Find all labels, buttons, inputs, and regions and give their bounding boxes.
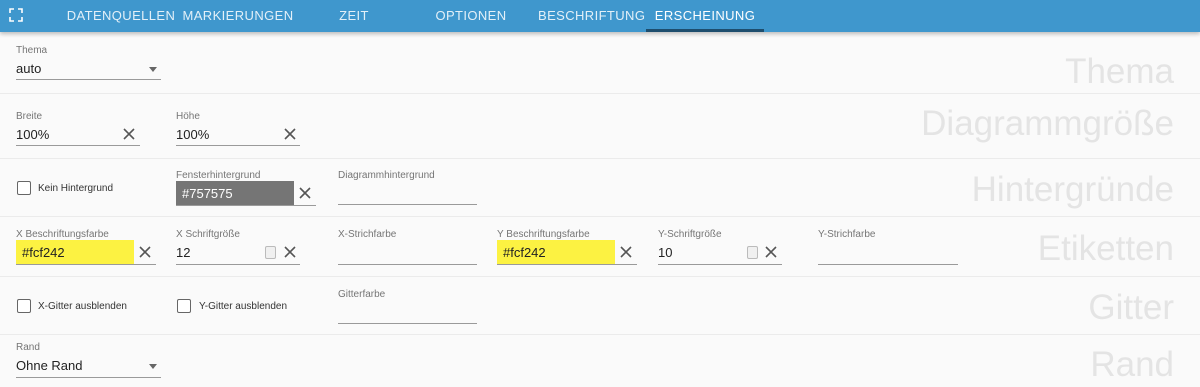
clear-icon[interactable] bbox=[283, 245, 297, 259]
x-font-size-input[interactable]: 12 bbox=[176, 245, 190, 260]
grid-color-underline bbox=[338, 323, 477, 324]
theme-underline bbox=[16, 79, 161, 80]
x-label-color-underline bbox=[16, 264, 156, 265]
section-title-rand: Rand bbox=[1090, 345, 1174, 384]
section-title-thema: Thema bbox=[1065, 52, 1174, 91]
clear-icon[interactable] bbox=[283, 127, 297, 141]
spinner-icon[interactable] bbox=[265, 246, 276, 259]
section-title-gitter: Gitter bbox=[1088, 288, 1174, 327]
y-label-color-label: Y Beschriftungsfarbe bbox=[497, 229, 590, 240]
theme-select[interactable]: auto bbox=[16, 61, 41, 76]
x-label-color-label: X Beschriftungsfarbe bbox=[16, 229, 109, 240]
divider bbox=[0, 216, 1200, 217]
clear-icon[interactable] bbox=[138, 245, 152, 259]
divider bbox=[0, 276, 1200, 277]
tab-optionen[interactable]: OPTIONEN bbox=[426, 0, 516, 32]
tab-beschriftung[interactable]: BESCHRIFTUNG bbox=[538, 0, 645, 32]
divider bbox=[0, 334, 1200, 335]
y-font-size-label: Y-Schriftgröße bbox=[658, 229, 722, 240]
y-stroke-color-label: Y-Strichfarbe bbox=[818, 229, 876, 240]
y-stroke-color-underline bbox=[818, 264, 958, 265]
chart-bg-underline bbox=[338, 204, 477, 205]
active-tab-indicator bbox=[646, 29, 764, 32]
top-tab-bar: DATENQUELLEN MARKIERUNGEN ZEIT OPTIONEN … bbox=[0, 0, 1200, 32]
x-stroke-color-label: X-Strichfarbe bbox=[338, 229, 397, 240]
x-font-size-label: X Schriftgröße bbox=[176, 229, 240, 240]
chevron-down-icon bbox=[149, 364, 157, 369]
clear-icon[interactable] bbox=[764, 245, 778, 259]
tab-zeit[interactable]: ZEIT bbox=[320, 0, 388, 32]
y-font-size-input[interactable]: 10 bbox=[658, 245, 672, 260]
section-title-etiketten: Etiketten bbox=[1037, 229, 1174, 268]
window-bg-label: Fensterhintergrund bbox=[176, 170, 261, 181]
divider bbox=[0, 158, 1200, 159]
hide-x-grid-checkbox[interactable] bbox=[17, 299, 31, 313]
section-title-hintergruende: Hintergründe bbox=[971, 170, 1174, 209]
border-select[interactable]: Ohne Rand bbox=[16, 358, 83, 373]
height-input[interactable]: 100% bbox=[176, 127, 209, 142]
tab-erscheinung[interactable]: ERSCHEINUNG bbox=[646, 0, 764, 32]
no-background-checkbox[interactable] bbox=[17, 181, 31, 195]
window-bg-underline bbox=[176, 205, 316, 206]
window-bg-input[interactable]: #757575 bbox=[182, 186, 233, 201]
x-label-color-input[interactable]: #fcf242 bbox=[22, 245, 65, 260]
x-stroke-color-underline bbox=[338, 264, 477, 265]
y-font-size-underline bbox=[658, 264, 782, 265]
hide-y-grid-checkbox[interactable] bbox=[177, 299, 191, 313]
chart-bg-label: Diagrammhintergrund bbox=[338, 170, 435, 181]
y-label-color-underline bbox=[497, 264, 637, 265]
border-underline bbox=[16, 377, 161, 378]
spinner-icon[interactable] bbox=[747, 246, 758, 259]
fullscreen-icon[interactable] bbox=[9, 8, 23, 22]
clear-icon[interactable] bbox=[122, 127, 136, 141]
clear-icon[interactable] bbox=[298, 186, 312, 200]
divider bbox=[0, 93, 1200, 94]
no-background-label: Kein Hintergrund bbox=[38, 183, 114, 194]
hide-y-grid-label: Y-Gitter ausblenden bbox=[199, 301, 288, 312]
tab-datenquellen[interactable]: DATENQUELLEN bbox=[66, 0, 176, 32]
height-underline bbox=[176, 145, 300, 146]
tab-markierungen[interactable]: MARKIERUNGEN bbox=[182, 0, 294, 32]
x-font-size-underline bbox=[176, 264, 300, 265]
chevron-down-icon bbox=[149, 67, 157, 72]
height-label: Höhe bbox=[176, 111, 200, 122]
border-label: Rand bbox=[16, 342, 40, 353]
grid-color-label: Gitterfarbe bbox=[338, 289, 386, 300]
width-label: Breite bbox=[16, 111, 43, 122]
width-input[interactable]: 100% bbox=[16, 127, 49, 142]
theme-label: Thema bbox=[16, 45, 48, 56]
width-underline bbox=[16, 145, 140, 146]
clear-icon[interactable] bbox=[619, 245, 633, 259]
y-label-color-input[interactable]: #fcf242 bbox=[503, 245, 546, 260]
section-title-diagrammgroesse: Diagrammgröße bbox=[921, 104, 1174, 143]
hide-x-grid-label: X-Gitter ausblenden bbox=[38, 301, 127, 312]
